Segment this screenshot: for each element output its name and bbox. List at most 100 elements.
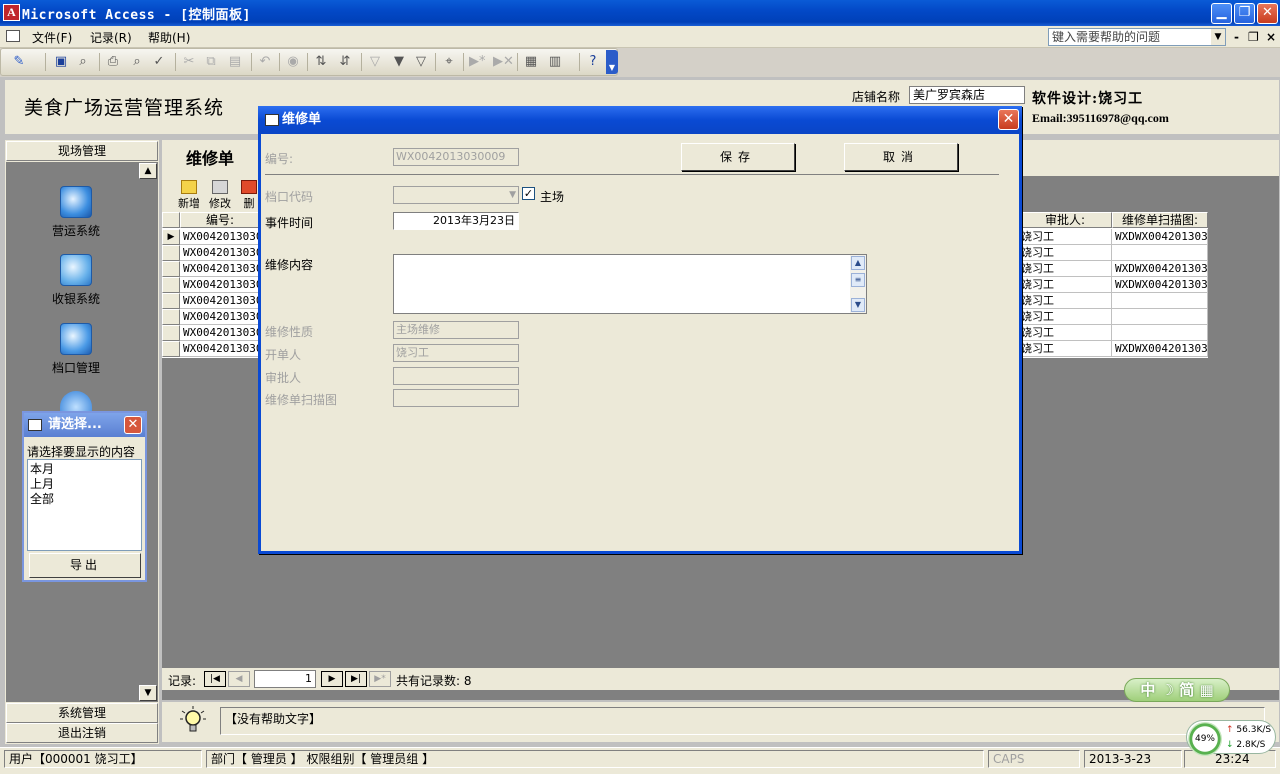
cut-icon[interactable]: ✂ — [181, 54, 197, 70]
save-button[interactable]: 保存 — [681, 143, 795, 171]
cell-scan[interactable] — [1112, 245, 1208, 261]
cell-id[interactable]: WX0042013030 — [180, 325, 260, 341]
sort-descending-icon[interactable]: ⇵ — [337, 54, 353, 70]
row-selector[interactable] — [162, 261, 180, 277]
row-selector[interactable] — [162, 341, 180, 357]
cell-approver[interactable]: 饶习工 — [1018, 325, 1112, 341]
restore-button[interactable]: ❐ — [1234, 3, 1255, 24]
cell-scan[interactable]: WXDWX0042013030 — [1112, 261, 1208, 277]
stall-code-select[interactable]: ▼ — [393, 186, 519, 204]
cell-approver[interactable]: 饶习工 — [1018, 309, 1112, 325]
cell-approver[interactable]: 饶习工 — [1018, 293, 1112, 309]
cell-approver[interactable]: 饶习工 — [1018, 245, 1112, 261]
minimize-button[interactable]: ▁ — [1211, 3, 1232, 24]
help-question-input[interactable]: 键入需要帮助的问题 ▼ — [1048, 28, 1226, 46]
cell-scan[interactable]: WXDWX0042013030 — [1112, 229, 1208, 245]
cell-approver[interactable]: 饶习工 — [1018, 229, 1112, 245]
close-button[interactable]: ✕ — [1257, 3, 1278, 24]
design-view-icon[interactable]: ✎ — [11, 54, 27, 70]
popup-close-button[interactable]: ✕ — [124, 416, 142, 434]
column-header-approver[interactable]: 审批人: — [1018, 212, 1112, 228]
cell-id[interactable]: WX0042013030 — [180, 277, 260, 293]
copy-icon[interactable]: ⧉ — [203, 54, 219, 70]
new-record-button[interactable]: ▶* — [369, 671, 391, 687]
form-icon[interactable] — [6, 30, 20, 42]
row-selector[interactable] — [162, 309, 180, 325]
first-record-button[interactable]: |◀ — [204, 671, 226, 687]
approver-field[interactable] — [393, 367, 519, 385]
menu-file[interactable]: 文件(F) — [32, 29, 72, 46]
last-record-button[interactable]: ▶| — [345, 671, 367, 687]
column-header-id[interactable]: 编号: — [180, 212, 260, 228]
nav-tile-operations[interactable]: 营运系统 — [46, 186, 106, 239]
paste-icon[interactable]: ▤ — [227, 54, 243, 70]
textarea-scrollbar[interactable]: ▲ ≡ ▼ — [850, 255, 866, 313]
repair-nature-field[interactable]: 主场维修 — [393, 321, 519, 339]
add-button[interactable]: 新增 — [178, 180, 200, 211]
cell-scan[interactable]: WXDWX0042013030 — [1112, 341, 1208, 357]
file-search-icon[interactable]: ⌕ — [75, 54, 91, 70]
ime-toolbar[interactable]: 中 ☽ 简 ▦ — [1124, 678, 1230, 702]
new-object-icon[interactable]: ▥ — [547, 54, 563, 70]
row-selector[interactable] — [162, 293, 180, 309]
new-record-icon[interactable]: ▶* — [469, 54, 486, 70]
cell-scan[interactable] — [1112, 325, 1208, 341]
cell-scan[interactable]: WXDWX0042013030 — [1112, 277, 1208, 293]
list-item[interactable]: 本月 — [30, 462, 139, 477]
dialog-close-button[interactable]: ✕ — [998, 109, 1019, 130]
event-time-field[interactable]: 2013年3月23日 — [393, 212, 519, 230]
cell-approver[interactable]: 饶习工 — [1018, 261, 1112, 277]
scroll-down-icon[interactable]: ▼ — [851, 298, 865, 312]
scan-field[interactable] — [393, 389, 519, 407]
row-selector[interactable]: ▶ — [162, 229, 180, 245]
apply-filter-icon[interactable]: ▽ — [413, 54, 429, 70]
nav-scroll-up-icon[interactable]: ▲ — [139, 163, 157, 179]
prev-record-button[interactable]: ◀ — [228, 671, 250, 687]
row-selector[interactable] — [162, 325, 180, 341]
current-record-field[interactable]: 1 — [254, 670, 316, 688]
list-item[interactable]: 全部 — [30, 492, 139, 507]
help-icon[interactable]: ? — [585, 54, 601, 70]
main-venue-checkbox[interactable]: ✓ — [522, 187, 535, 200]
nav-scroll-down-icon[interactable]: ▼ — [139, 685, 157, 701]
row-selector[interactable] — [162, 277, 180, 293]
nav-section-logout[interactable]: 退出注销 — [6, 723, 158, 743]
store-name-field[interactable]: 美广罗宾森店 — [909, 86, 1025, 104]
repair-content-textarea[interactable]: ▲ ≡ ▼ — [393, 254, 867, 314]
nav-section-system[interactable]: 系统管理 — [6, 703, 158, 723]
cell-id[interactable]: WX0042013030 — [180, 341, 260, 357]
print-preview-icon[interactable]: ⌕ — [129, 54, 145, 70]
cell-id[interactable]: WX0042013030 — [180, 261, 260, 277]
mdi-restore-button[interactable]: ❐ — [1248, 30, 1259, 44]
scroll-thumb[interactable]: ≡ — [851, 273, 865, 287]
nav-section-onsite[interactable]: 现场管理 — [6, 141, 158, 161]
chevron-down-icon[interactable]: ▼ — [1211, 29, 1225, 45]
delete-record-icon[interactable]: ▶✕ — [493, 54, 514, 70]
mdi-minimize-button[interactable]: - — [1234, 30, 1239, 44]
cell-approver[interactable]: 饶习工 — [1018, 341, 1112, 357]
row-selector[interactable] — [162, 245, 180, 261]
export-button[interactable]: 导出 — [29, 553, 141, 578]
mdi-close-button[interactable]: × — [1266, 30, 1276, 44]
print-icon[interactable]: ⎙ — [105, 54, 121, 70]
cancel-button[interactable]: 取消 — [844, 143, 958, 171]
save-icon[interactable]: ▣ — [53, 54, 69, 70]
nav-tile-stalls[interactable]: 档口管理 — [46, 323, 106, 376]
opener-field[interactable]: 饶习工 — [393, 344, 519, 362]
database-window-icon[interactable]: ▦ — [523, 54, 539, 70]
nav-tile-cashier[interactable]: 收银系统 — [46, 254, 106, 307]
hyperlink-icon[interactable]: ◉ — [285, 54, 301, 70]
menu-records[interactable]: 记录(R) — [90, 29, 132, 46]
sort-ascending-icon[interactable]: ⇅ — [313, 54, 329, 70]
scroll-up-icon[interactable]: ▲ — [851, 256, 865, 270]
undo-icon[interactable]: ↶ — [257, 54, 273, 70]
next-record-button[interactable]: ▶ — [321, 671, 343, 687]
id-field[interactable]: WX0042013030009 — [393, 148, 519, 166]
menu-help[interactable]: 帮助(H) — [148, 29, 190, 46]
cell-id[interactable]: WX0042013030 — [180, 309, 260, 325]
cell-id[interactable]: WX0042013030 — [180, 293, 260, 309]
period-listbox[interactable]: 本月 上月 全部 — [27, 459, 142, 551]
column-header-scan[interactable]: 维修单扫描图: — [1112, 212, 1208, 228]
cell-scan[interactable] — [1112, 309, 1208, 325]
cell-scan[interactable] — [1112, 293, 1208, 309]
